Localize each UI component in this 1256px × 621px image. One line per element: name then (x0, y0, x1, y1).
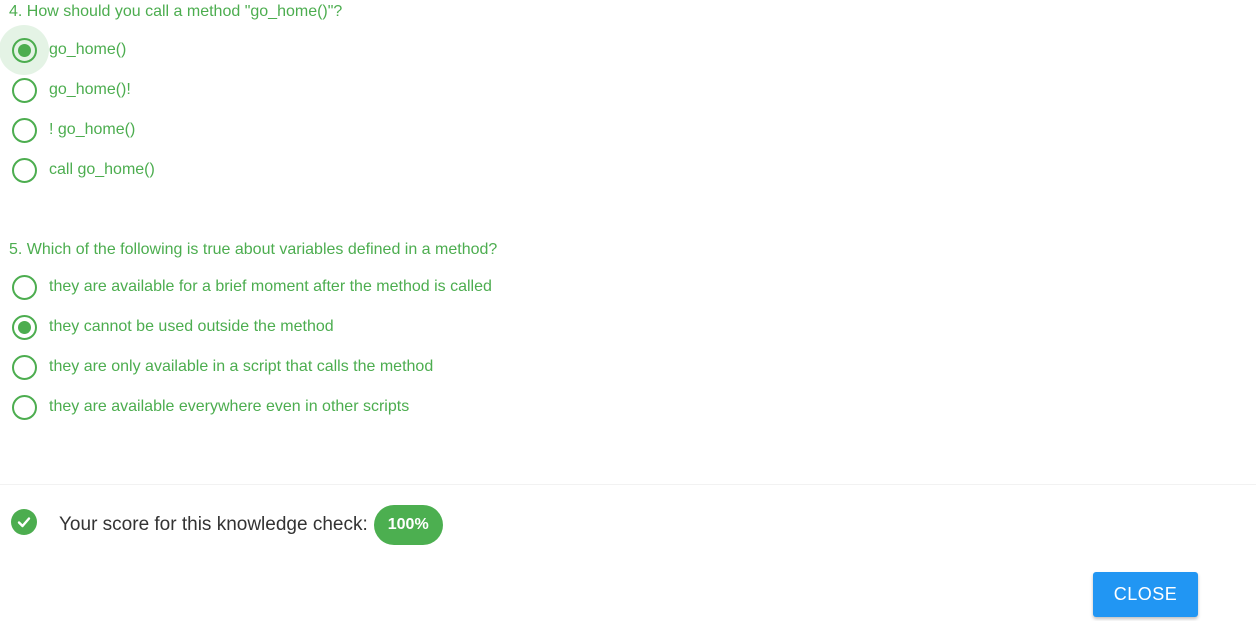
option-label: they are available everywhere even in ot… (49, 398, 410, 415)
radio-unselected-icon[interactable] (11, 274, 37, 300)
radio-selected-icon[interactable] (11, 314, 37, 340)
radio-unselected-icon[interactable] (11, 77, 37, 103)
radio-unselected-icon[interactable] (11, 394, 37, 420)
radio-selected-icon[interactable] (0, 25, 49, 75)
q5-option-4[interactable]: they are available everywhere even in ot… (11, 394, 409, 420)
question-5-title: 5. Which of the following is true about … (9, 241, 498, 258)
q4-option-1[interactable]: go_home() (0, 25, 127, 75)
score-row: Your score for this knowledge check: 100… (11, 505, 443, 545)
close-button[interactable]: CLOSE (1093, 572, 1198, 617)
q5-option-2[interactable]: they cannot be used outside the method (11, 314, 334, 340)
option-label: call go_home() (49, 161, 155, 178)
q4-option-2[interactable]: go_home()! (11, 77, 131, 103)
option-label: they cannot be used outside the method (49, 318, 334, 335)
radio-unselected-icon[interactable] (11, 157, 37, 183)
radio-unselected-icon[interactable] (11, 117, 37, 143)
question-4-title: 4. How should you call a method "go_home… (9, 3, 343, 20)
q4-option-3[interactable]: ! go_home() (11, 117, 135, 143)
option-label: go_home() (49, 41, 127, 58)
check-circle-icon (11, 509, 37, 535)
option-label: they are only available in a script that… (49, 358, 434, 375)
score-badge: 100% (373, 505, 443, 545)
divider (0, 484, 1256, 485)
q4-option-4[interactable]: call go_home() (11, 157, 155, 183)
score-label: Your score for this knowledge check: (59, 514, 368, 535)
radio-unselected-icon[interactable] (11, 354, 37, 380)
option-label: they are available for a brief moment af… (49, 278, 492, 295)
q5-option-1[interactable]: they are available for a brief moment af… (11, 274, 492, 300)
q5-option-3[interactable]: they are only available in a script that… (11, 354, 433, 380)
option-label: ! go_home() (49, 121, 136, 138)
option-label: go_home()! (49, 81, 131, 98)
